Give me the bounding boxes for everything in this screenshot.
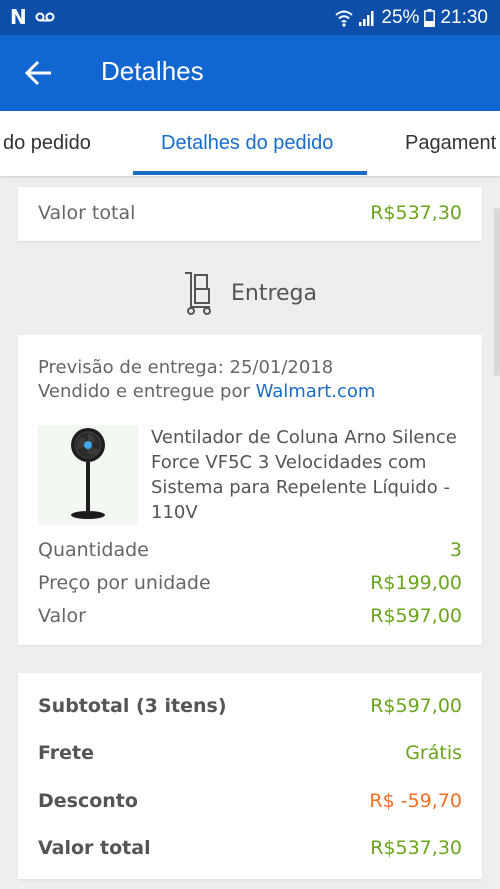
signal-icon (359, 11, 374, 26)
shipping-value: Grátis (405, 742, 462, 764)
unit-price-label: Preço por unidade (38, 572, 211, 594)
shipping-row: Frete Grátis (38, 742, 462, 764)
tab-bar: do pedido Detalhes do pedido Pagament (0, 111, 500, 176)
item-value-row: Valor R$597,00 (38, 605, 462, 627)
status-bar: N 25% 21:30 (0, 0, 500, 35)
subtotal-row: Subtotal (3 itens) R$597,00 (38, 695, 462, 717)
tab-status-do-pedido[interactable]: do pedido (3, 111, 91, 176)
item-value-label: Valor (38, 605, 86, 627)
total-label: Valor total (38, 837, 151, 859)
subtotal-value: R$597,00 (370, 695, 462, 717)
sold-by-prefix: Vendido e entregue por (38, 381, 256, 402)
delivery-section-header: Entrega (0, 268, 500, 318)
total-row: Valor total R$537,30 (38, 837, 462, 859)
unit-price-row: Preço por unidade R$199,00 (38, 572, 462, 594)
delivery-card: Previsão de entrega: 25/01/2018 Vendido … (18, 335, 482, 645)
quantity-label: Quantidade (38, 539, 149, 561)
top-total-row: Valor total R$537,30 (38, 202, 462, 224)
unit-price-value: R$199,00 (370, 572, 462, 594)
quantity-value: 3 (449, 539, 462, 561)
total-value: R$537,30 (370, 837, 462, 859)
page-title: Detalhes (101, 56, 204, 86)
delivery-forecast: Previsão de entrega: 25/01/2018 (38, 357, 334, 378)
product-name[interactable]: Ventilador de Coluna Arno Silence Force … (151, 425, 461, 525)
voicemail-icon (35, 12, 55, 22)
top-total-label: Valor total (38, 202, 136, 224)
delivery-trolley-icon (184, 272, 211, 315)
item-value-amount: R$597,00 (370, 605, 462, 627)
shipping-label: Frete (38, 742, 94, 764)
discount-value: R$ -59,70 (369, 790, 462, 812)
discount-label: Desconto (38, 790, 138, 812)
n-notification-icon: N (10, 5, 27, 29)
sold-by-line: Vendido e entregue por Walmart.com (38, 381, 462, 402)
product-image[interactable] (38, 425, 138, 525)
order-summary-card: Subtotal (3 itens) R$597,00 Frete Grátis… (18, 673, 482, 879)
wifi-icon (335, 10, 354, 27)
subtotal-label: Subtotal (3 itens) (38, 695, 227, 717)
tab-detalhes-do-pedido[interactable]: Detalhes do pedido (161, 111, 333, 176)
scrollbar[interactable] (494, 208, 500, 376)
active-tab-indicator (133, 171, 367, 175)
clock: 21:30 (440, 7, 488, 28)
tab-pagamento[interactable]: Pagament (405, 111, 496, 176)
fan-image-icon (71, 428, 105, 519)
seller-link[interactable]: Walmart.com (256, 381, 376, 402)
back-arrow-icon[interactable] (24, 59, 54, 87)
battery-icon (424, 9, 436, 27)
top-total-value: R$537,30 (370, 202, 462, 224)
delivery-section-title: Entrega (230, 280, 317, 306)
battery-percent: 25% (381, 7, 420, 28)
top-total-card: Valor total R$537,30 (18, 187, 482, 241)
discount-row: Desconto R$ -59,70 (38, 790, 462, 812)
quantity-row: Quantidade 3 (38, 539, 462, 561)
app-bar: Detalhes (0, 35, 500, 111)
